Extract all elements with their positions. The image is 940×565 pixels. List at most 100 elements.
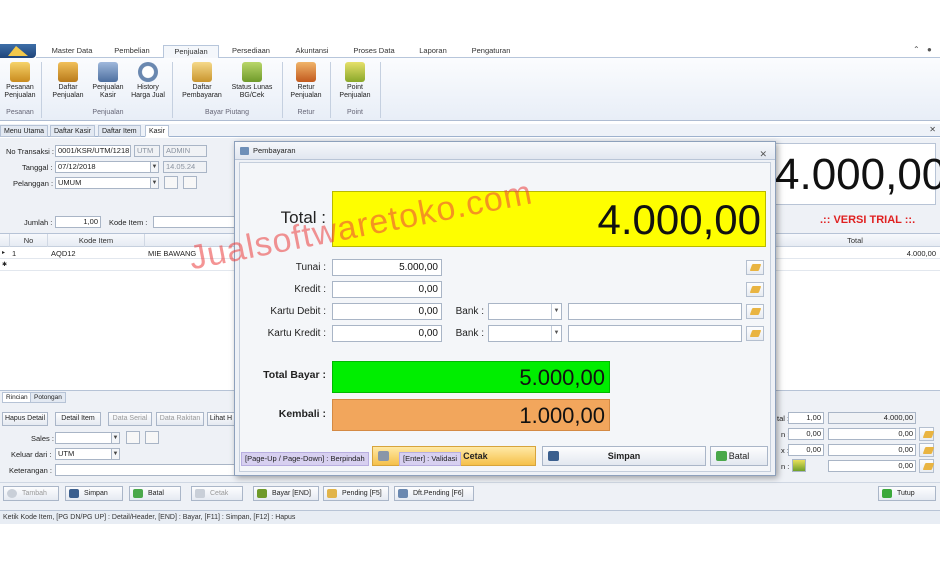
- jumlah-field[interactable]: 1,00: [55, 216, 101, 228]
- edit-pelanggan-icon[interactable]: [164, 176, 178, 189]
- daftar-penjualan-button[interactable]: Daftar Penjualan: [48, 62, 88, 100]
- search-pelanggan-icon[interactable]: [183, 176, 197, 189]
- bayar-button[interactable]: Bayar [END]: [253, 486, 319, 501]
- bank-kredit-note-field[interactable]: [568, 325, 742, 342]
- doc-tab-daftar-item[interactable]: Daftar Item: [98, 125, 141, 137]
- col-no[interactable]: No: [10, 234, 48, 247]
- dialog-simpan-button[interactable]: Simpan: [542, 446, 706, 466]
- bank-kredit-dropdown[interactable]: ▼: [488, 325, 562, 342]
- keterangan-field[interactable]: [55, 464, 235, 476]
- sub-tab-potongan[interactable]: Potongan: [30, 392, 66, 403]
- penjualan-kasir-button[interactable]: Penjualan Kasir: [89, 62, 127, 100]
- keluar-dari-field[interactable]: UTM: [55, 448, 112, 460]
- bank-debit-label: Bank :: [455, 306, 484, 317]
- data-rakitan-button[interactable]: Data Rakitan: [156, 412, 204, 426]
- dialog-close-icon[interactable]: ✕: [759, 145, 767, 163]
- add-icon: [7, 489, 17, 498]
- summary-value-field-1[interactable]: 0,00: [828, 428, 916, 440]
- daftar-pending-button[interactable]: Dft.Pending [F6]: [394, 486, 474, 501]
- daftar-pembayaran-button[interactable]: Daftar Pembayaran: [178, 62, 226, 100]
- help-icon[interactable]: ●: [927, 45, 932, 54]
- bank-kredit-label: Bank :: [455, 328, 484, 339]
- keluar-dropdown-icon[interactable]: ▼: [111, 448, 120, 460]
- edit-tunai-icon[interactable]: [746, 260, 764, 275]
- history-harga-jual-button[interactable]: History Harga Jual: [128, 62, 168, 100]
- tab-master-data[interactable]: Master Data: [42, 45, 102, 58]
- edit-biaya-icon[interactable]: [919, 459, 934, 473]
- return-icon: [296, 62, 316, 82]
- edit-kredit-icon[interactable]: [746, 282, 764, 297]
- cetak-button[interactable]: Cetak: [191, 486, 243, 501]
- tab-proses-data[interactable]: Proses Data: [343, 45, 405, 58]
- hint-validate: [Enter] : Validasi: [399, 452, 462, 466]
- no-transaksi-field[interactable]: 0001/KSR/UTM/1218: [55, 145, 131, 157]
- status-lunas-button[interactable]: Status Lunas BG/Cek: [228, 62, 276, 100]
- dialog-title-bar[interactable]: Pembayaran ✕: [235, 142, 775, 160]
- sub-tab-rincian[interactable]: Rincian: [2, 392, 32, 403]
- total-bayar-label: Total Bayar :: [263, 369, 326, 381]
- total-bayar-display: 5.000,00: [332, 361, 610, 393]
- point-icon: [345, 62, 365, 82]
- summary-small-field-1[interactable]: 0,00: [788, 428, 824, 440]
- keluar-dari-label: Keluar dari :: [11, 450, 52, 459]
- pesanan-penjualan-button[interactable]: Pesanan Penjualan: [2, 62, 38, 100]
- edit-potongan-icon[interactable]: [919, 427, 934, 441]
- batal-button[interactable]: Batal: [129, 486, 181, 501]
- dialog-icon: [240, 147, 249, 155]
- exit-icon: [882, 489, 892, 498]
- sales-dropdown-icon[interactable]: ▼: [111, 432, 120, 444]
- tab-pembelian[interactable]: Pembelian: [104, 45, 160, 58]
- close-tab-icon[interactable]: ✕: [929, 125, 936, 134]
- edit-sales-icon[interactable]: [126, 431, 140, 444]
- tab-laporan[interactable]: Laporan: [408, 45, 458, 58]
- calculator-icon[interactable]: [792, 459, 806, 472]
- summary-small-field-2[interactable]: 0,00: [788, 444, 824, 456]
- tunai-field[interactable]: 5.000,00: [332, 259, 442, 276]
- sales-field[interactable]: [55, 432, 112, 444]
- save-icon: [548, 451, 559, 461]
- bank-debit-note-field[interactable]: [568, 303, 742, 320]
- simpan-button[interactable]: Simpan: [65, 486, 123, 501]
- tanggal-dropdown-icon[interactable]: ▼: [150, 161, 159, 173]
- pelanggan-field[interactable]: UMUM: [55, 177, 151, 189]
- detail-item-button[interactable]: Detail Item: [55, 412, 101, 426]
- point-penjualan-button[interactable]: Point Penjualan: [334, 62, 376, 100]
- edit-pajak-icon[interactable]: [919, 443, 934, 457]
- tab-penjualan[interactable]: Penjualan: [163, 45, 219, 59]
- bank-debit-dropdown[interactable]: ▼: [488, 303, 562, 320]
- edit-debit-icon[interactable]: [746, 304, 764, 319]
- tambah-button[interactable]: Tambah: [3, 486, 59, 501]
- col-kode-item[interactable]: Kode Item: [48, 234, 145, 247]
- lihat-button[interactable]: Lihat H: [207, 412, 235, 426]
- dialog-batal-button[interactable]: Batal: [710, 446, 768, 466]
- hint-navigation: [Page-Up / Page-Down] : Berpindah: [241, 452, 369, 466]
- tanggal-field[interactable]: 07/12/2018: [55, 161, 151, 173]
- pelanggan-dropdown-icon[interactable]: ▼: [150, 177, 159, 189]
- kembali-label: Kembali :: [278, 408, 326, 420]
- app-menu-icon[interactable]: [0, 44, 36, 58]
- tutup-button[interactable]: Tutup: [878, 486, 936, 501]
- hapus-detail-button[interactable]: Hapus Detail: [2, 412, 48, 426]
- pay-icon: [257, 489, 267, 498]
- col-total[interactable]: Total: [775, 234, 935, 247]
- data-serial-button[interactable]: Data Serial: [108, 412, 152, 426]
- summary-value-field-2[interactable]: 0,00: [828, 444, 916, 456]
- pending-button[interactable]: Pending [F5]: [323, 486, 389, 501]
- kartu-debit-field[interactable]: 0,00: [332, 303, 442, 320]
- kode-item-field[interactable]: [153, 216, 237, 228]
- doc-tab-daftar-kasir[interactable]: Daftar Kasir: [50, 125, 95, 137]
- tab-pengaturan[interactable]: Pengaturan: [462, 45, 520, 58]
- undo-icon: [716, 451, 727, 461]
- edit-kartu-kredit-icon[interactable]: [746, 326, 764, 341]
- search-sales-icon[interactable]: [145, 431, 159, 444]
- retur-penjualan-button[interactable]: Retur Penjualan: [286, 62, 326, 100]
- doc-tab-menu-utama[interactable]: Menu Utama: [0, 125, 49, 137]
- tab-akuntansi[interactable]: Akuntansi: [283, 45, 341, 58]
- doc-tab-kasir[interactable]: Kasir: [145, 125, 169, 137]
- location-field: UTM: [134, 145, 160, 157]
- kartu-kredit-field[interactable]: 0,00: [332, 325, 442, 342]
- kredit-field[interactable]: 0,00: [332, 281, 442, 298]
- tab-persediaan[interactable]: Persediaan: [222, 45, 280, 58]
- summary-value-field-3[interactable]: 0,00: [828, 460, 916, 472]
- minimize-ribbon-icon[interactable]: ⌃: [913, 45, 920, 54]
